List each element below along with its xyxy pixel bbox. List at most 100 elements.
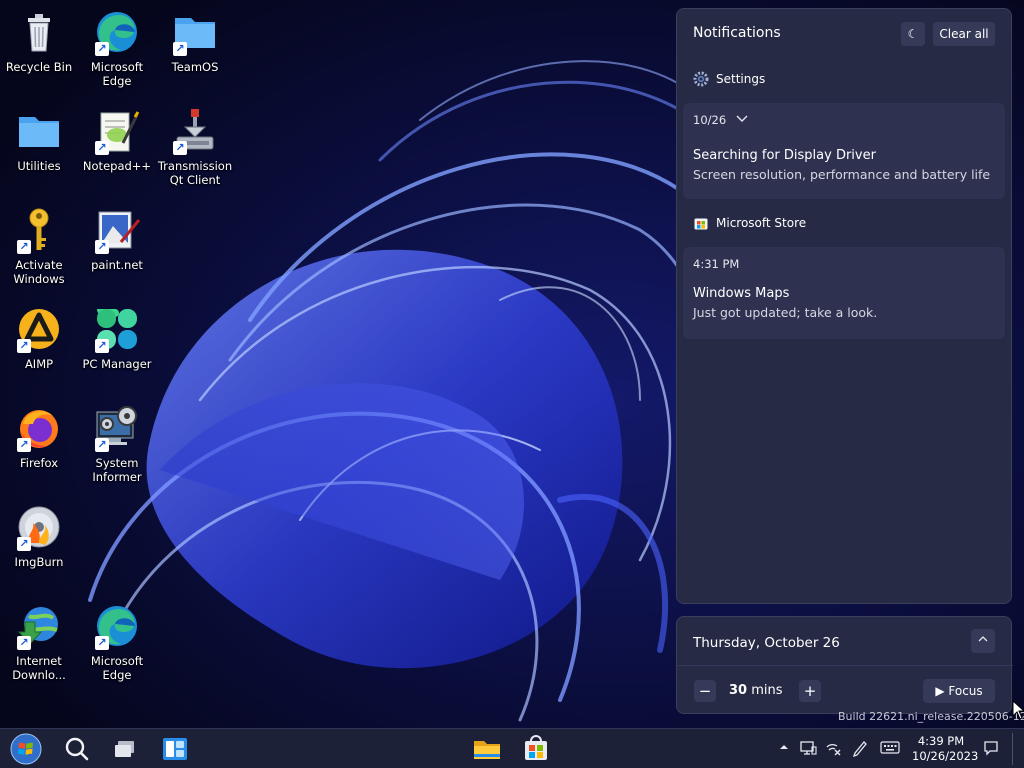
desktop-icon-activate-windows[interactable]: ↗ Activate Windows bbox=[1, 206, 77, 286]
notification-title: Notifications bbox=[693, 25, 781, 41]
collapse-calendar-button[interactable] bbox=[971, 629, 995, 653]
widgets-icon bbox=[163, 738, 187, 760]
clock-date: 10/26/2023 bbox=[912, 749, 979, 763]
notification-heading: Windows Maps bbox=[693, 286, 790, 301]
shortcut-arrow-icon: ↗ bbox=[17, 438, 31, 452]
microsoft-store-button[interactable] bbox=[519, 732, 553, 766]
desktop-icon-aimp[interactable]: ↗ AIMP bbox=[1, 305, 77, 371]
shortcut-arrow-icon: ↗ bbox=[17, 537, 31, 551]
notification-header: Notifications ☾ Clear all bbox=[677, 9, 1011, 59]
do-not-disturb-button[interactable]: ☾ bbox=[901, 22, 925, 46]
system-clock[interactable]: 4:39 PM 10/26/2023 bbox=[912, 734, 979, 764]
shortcut-arrow-icon: ↗ bbox=[95, 438, 109, 452]
file-explorer-icon bbox=[474, 741, 500, 759]
clock-time: 4:39 PM bbox=[917, 734, 965, 748]
chevron-up-icon[interactable] bbox=[774, 739, 794, 759]
widgets-button[interactable] bbox=[158, 732, 192, 766]
desktop-icon-recycle-bin[interactable]: Recycle Bin bbox=[1, 8, 77, 74]
notification-card[interactable]: 4:31 PM Windows Maps Just got updated; t… bbox=[683, 247, 1005, 339]
windows-orb-icon bbox=[10, 733, 42, 765]
divider bbox=[677, 665, 1013, 666]
notification-icon[interactable] bbox=[981, 739, 1001, 759]
notification-app-name: Settings bbox=[716, 72, 766, 86]
desktop-icon-label: Internet Downlo... bbox=[12, 654, 66, 682]
store-icon bbox=[525, 735, 547, 760]
search-button[interactable] bbox=[60, 732, 94, 766]
desktop-icon-label: Microsoft Edge bbox=[90, 654, 144, 682]
edge-icon: ↗ bbox=[93, 602, 141, 650]
paint-net-icon: ↗ bbox=[93, 206, 141, 254]
notification-app-name: Microsoft Store bbox=[716, 216, 807, 230]
focus-duration-unit: mins bbox=[751, 683, 783, 698]
start-button[interactable] bbox=[9, 732, 43, 766]
notification-group-store: Microsoft Store bbox=[677, 203, 1011, 247]
wifi-off-icon[interactable] bbox=[823, 739, 843, 759]
shortcut-arrow-icon: ↗ bbox=[95, 42, 109, 56]
desktop-icon-label: Firefox bbox=[19, 456, 59, 470]
desktop-icon-label: Recycle Bin bbox=[5, 60, 73, 74]
download-globe-icon: ↗ bbox=[15, 602, 63, 650]
notification-body: Just got updated; take a look. bbox=[693, 305, 878, 320]
gear-icon bbox=[693, 71, 709, 87]
keyboard-icon[interactable] bbox=[880, 739, 900, 759]
desktop-icon-teamos[interactable]: ↗ TeamOS bbox=[157, 8, 233, 74]
desktop-icon-label: paint.net bbox=[91, 258, 143, 272]
desktop-icon-imgburn[interactable]: ↗ ImgBurn bbox=[1, 503, 77, 569]
pen-icon[interactable] bbox=[850, 739, 870, 759]
key-icon: ↗ bbox=[15, 206, 63, 254]
desktop-icon-microsoft-edge-2[interactable]: ↗ Microsoft Edge bbox=[79, 602, 155, 682]
focus-decrease-button[interactable]: − bbox=[694, 680, 716, 702]
notification-group-settings: Settings bbox=[677, 59, 1011, 103]
shortcut-arrow-icon: ↗ bbox=[17, 339, 31, 353]
desktop-icon-paint-net[interactable]: ↗ paint.net bbox=[79, 206, 155, 272]
desktop-icon-transmission[interactable]: ↗ Transmission Qt Client bbox=[157, 107, 233, 187]
focus-duration: 30 mins bbox=[729, 683, 783, 698]
desktop-icon-pc-manager[interactable]: ↗ PC Manager bbox=[79, 305, 155, 371]
do-not-disturb-icon: ☾ bbox=[907, 27, 919, 41]
recycle-bin-icon bbox=[15, 8, 63, 56]
aimp-icon: ↗ bbox=[15, 305, 63, 353]
chevron-down-icon[interactable] bbox=[735, 111, 749, 129]
display-icon[interactable] bbox=[798, 739, 818, 759]
shortcut-arrow-icon: ↗ bbox=[95, 339, 109, 353]
shortcut-arrow-icon: ↗ bbox=[173, 42, 187, 56]
desktop-icon-notepadpp[interactable]: ↗ Notepad++ bbox=[79, 107, 155, 173]
notification-heading: Searching for Display Driver bbox=[693, 148, 876, 163]
taskbar: 4:39 PM 10/26/2023 bbox=[0, 728, 1024, 768]
focus-start-label: Focus bbox=[948, 684, 983, 698]
show-desktop-button[interactable] bbox=[1012, 733, 1022, 765]
desktop-icon-system-informer[interactable]: ↗ System Informer bbox=[79, 404, 155, 484]
desktop-icon-internet-download-manager[interactable]: ↗ Internet Downlo... bbox=[1, 602, 77, 682]
shortcut-arrow-icon: ↗ bbox=[173, 141, 187, 155]
desktop-icon-firefox[interactable]: ↗ Firefox bbox=[1, 404, 77, 470]
focus-duration-value: 30 bbox=[729, 683, 748, 698]
pc-manager-icon: ↗ bbox=[93, 305, 141, 353]
shortcut-arrow-icon: ↗ bbox=[17, 240, 31, 254]
search-icon bbox=[65, 737, 89, 761]
notification-card[interactable]: 10/26 Searching for Display Driver Scree… bbox=[683, 103, 1005, 199]
desktop-icon-label: Microsoft Edge bbox=[90, 60, 144, 88]
file-explorer-button[interactable] bbox=[470, 732, 504, 766]
folder-icon bbox=[15, 107, 63, 155]
mouse-cursor-icon bbox=[1012, 700, 1024, 720]
notification-time: 4:31 PM bbox=[693, 257, 740, 271]
folder-icon: ↗ bbox=[171, 8, 219, 56]
desktop-icon-utilities[interactable]: Utilities bbox=[1, 107, 77, 173]
desktop-icon-microsoft-edge[interactable]: ↗ Microsoft Edge bbox=[79, 8, 155, 88]
task-view-button[interactable] bbox=[109, 732, 143, 766]
desktop-icon-label: ImgBurn bbox=[14, 555, 64, 569]
build-watermark: Build 22621.ni_release.220506-1250 bbox=[838, 710, 1024, 723]
store-icon bbox=[694, 218, 708, 230]
focus-start-button[interactable]: ▶ Focus bbox=[923, 679, 995, 703]
desktop-icon-label: Notepad++ bbox=[82, 159, 152, 173]
play-icon: ▶ bbox=[935, 684, 945, 698]
desktop-icon-label: System Informer bbox=[92, 456, 142, 484]
desktop-icon-label: TeamOS bbox=[171, 60, 219, 74]
calendar-panel: Thursday, October 26 − 30 mins + ▶ Focus bbox=[676, 616, 1013, 714]
firefox-icon: ↗ bbox=[15, 404, 63, 452]
desktop-icon-label: AIMP bbox=[24, 357, 54, 371]
task-view-icon bbox=[115, 741, 134, 757]
transmission-icon: ↗ bbox=[171, 107, 219, 155]
focus-increase-button[interactable]: + bbox=[799, 680, 821, 702]
clear-all-button[interactable]: Clear all bbox=[933, 22, 995, 46]
